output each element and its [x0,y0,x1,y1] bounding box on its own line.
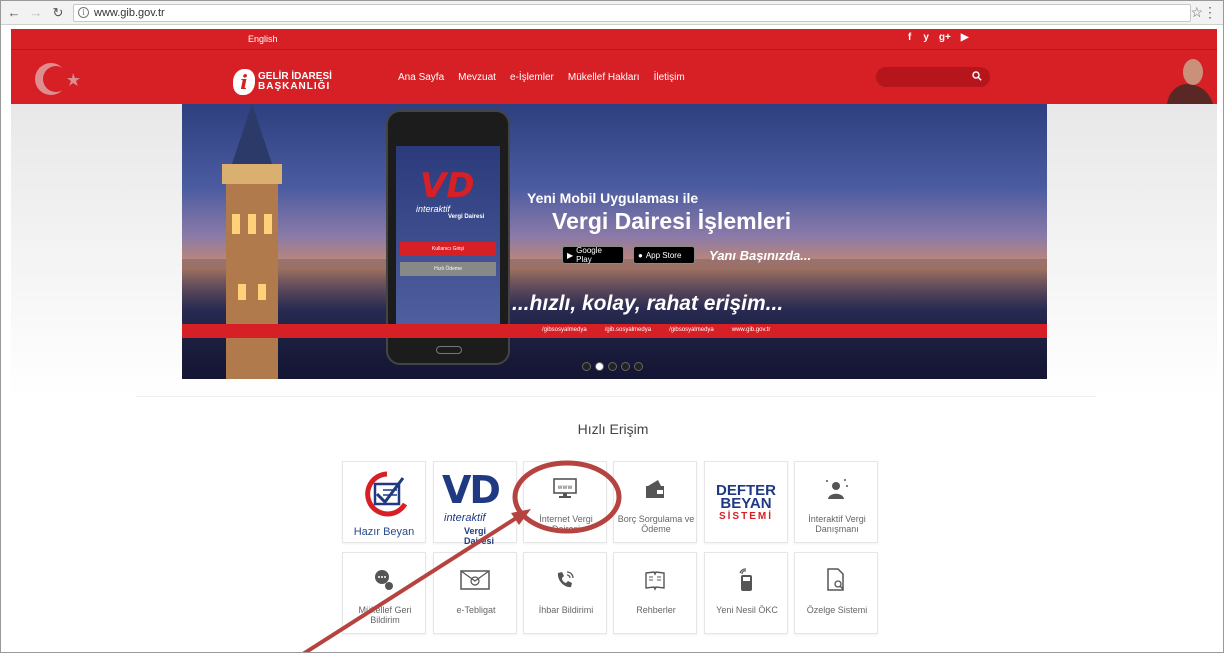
forward-arrow-icon[interactable]: → [27,4,45,22]
computer-www-icon: www [553,478,577,498]
english-link[interactable]: English [248,34,278,44]
tile-borc-sorgulama[interactable]: Borç Sorgulama ve Ödeme [613,461,697,543]
strip-youtube: /gibsosyalmedya [669,327,714,333]
phone-pay-button: Hızlı Ödeme [400,262,496,276]
ivd-sub1: interaktif [416,204,451,214]
document-search-icon [827,568,844,591]
twitter-icon[interactable]: y [921,32,929,43]
google-plus-icon[interactable]: g+ [939,32,951,43]
slider-dot[interactable] [608,362,617,371]
tile-ihbar-bildirimi[interactable]: İhbar Bildirimi [523,552,607,634]
app-store-button[interactable]: ● App Store [633,246,695,264]
phone-screen: VD interaktif Vergi Dairesi Kullanıcı Gi… [396,146,500,332]
nav-mevzuat[interactable]: Mevzuat [458,72,496,83]
tile-label: Yeni Nesil ÖKC [716,605,778,615]
defter-beyan-logo: DEFTER BEYAN SİSTEMİ [716,482,776,522]
tile-ozelge-sistemi[interactable]: Özelge Sistemi [794,552,878,634]
section-divider [136,396,1096,397]
slider-dot-active[interactable] [595,362,604,371]
main-nav: Ana Sayfa Mevzuat e-İşlemler Mükellef Ha… [398,72,685,83]
tile-label: İhbar Bildirimi [538,605,594,615]
address-bar[interactable]: i www.gib.gov.tr [73,3,1191,22]
youtube-icon[interactable]: ▶ [961,32,969,43]
tile-label: İnternet Vergi Dairesi [539,514,593,534]
info-icon[interactable]: i [78,7,89,18]
strip-twitter: /gibsosyalmedya [542,327,587,333]
tile-label: Hazır Beyan [353,526,415,538]
hero-line3: Yanı Başınızda... [709,248,812,263]
reload-icon[interactable]: ↻ [49,4,67,22]
hero-line1: Yeni Mobil Uygulaması ile [527,190,699,206]
advisor-icon [826,479,848,499]
phone-home-button [436,346,462,354]
slider-dots [582,362,643,371]
slider-dot[interactable] [582,362,591,371]
nav-ana-sayfa[interactable]: Ana Sayfa [398,72,444,83]
nav-iletisim[interactable]: İletişim [654,72,685,83]
tile-label: Özelge Sistemi [806,605,868,615]
slider-dot[interactable] [621,362,630,371]
ivd-sub2: Vergi Dairesi [464,526,495,546]
gib-logo[interactable]: i GELİR İDARESİ BAŞKANLIĞI [233,69,332,95]
quick-access-title: Hızlı Erişim [577,421,649,437]
site-header: English f y g+ ▶ i GELİR İDARESİ BAŞKANL… [11,29,1217,104]
tile-hazir-beyan[interactable]: Hazır Beyan [342,461,426,543]
tile-interaktif-vergi-dairesi[interactable]: VD interaktif Vergi Dairesi [433,461,517,546]
facebook-icon[interactable]: f [908,32,911,43]
tile-mukellef-geri-bildirim[interactable]: Mükellef Geri Bildirim [342,552,426,634]
social-strip-items: /gibsosyalmedya /gib.sosyalmedya /gibsos… [542,327,770,333]
play-icon: ▶ [567,250,574,260]
tile-internet-vergi-dairesi[interactable]: www İnternet Vergi Dairesi [523,461,607,543]
turkish-flag-icon [35,63,80,95]
google-play-button[interactable]: ▶ Google Play [562,246,624,264]
tile-interaktif-vergi-danismani[interactable]: İnteraktif Vergi Danışmanı [794,461,878,543]
tile-e-tebligat[interactable]: e-Tebligat [433,552,517,634]
search-input[interactable] [876,67,990,87]
strip-web: www.gib.gov.tr [731,327,771,333]
ivd-sub1: interaktif [444,512,486,524]
nav-e-islemler[interactable]: e-İşlemler [510,72,554,83]
tile-label: Mükellef Geri Bildirim [358,605,412,625]
strip-facebook: /gib.sosyalmedya [604,327,652,333]
search-icon[interactable] [972,71,982,81]
nav-mukellef-haklari[interactable]: Mükellef Hakları [568,72,640,83]
slider-dot[interactable] [634,362,643,371]
ivd-app-logo: VD [420,166,475,206]
ivd-logo: VD [442,468,501,512]
envelope-icon [460,570,490,590]
hero-slider[interactable]: VD interaktif Vergi Dairesi Kullanıcı Gi… [182,104,1047,379]
tile-rehberler[interactable]: Rehberler [613,552,697,634]
hazir-beyan-icon [365,471,408,517]
header-divider [11,49,1217,50]
browser-window: ← → ↻ i www.gib.gov.tr ☆ ⋮ English f y g… [0,0,1224,653]
tile-defter-beyan[interactable]: DEFTER BEYAN SİSTEMİ [704,461,788,543]
url-text: www.gib.gov.tr [94,6,165,19]
hero-line2: Vergi Dairesi İşlemleri [552,208,792,234]
pos-device-icon [739,568,752,591]
browser-toolbar: ← → ↻ i www.gib.gov.tr ☆ ⋮ [1,1,1223,25]
book-icon [645,571,665,591]
svg-text:www: www [558,484,573,491]
tile-label: İnteraktif Vergi Danışmanı [808,514,866,534]
logo-line2: BAŞKANLIĞI [258,81,331,92]
phone-login-button: Kullanıcı Girişi [400,242,496,256]
menu-dots-icon[interactable]: ⋮ [1203,4,1217,21]
tile-label: Borç Sorgulama ve Ödeme [617,514,695,534]
wallet-icon [646,480,664,498]
ivd-sub2: Vergi Dairesi [448,214,485,220]
tile-label: Rehberler [636,605,676,615]
apple-icon: ● [638,250,643,260]
bookmark-star-icon[interactable]: ☆ [1190,4,1203,21]
back-arrow-icon[interactable]: ← [5,4,23,22]
social-links: f y g+ ▶ [908,32,969,43]
phone-call-icon [557,571,574,588]
hero-line4: ...hızlı, kolay, rahat erişim... [512,292,784,315]
feedback-icon [375,570,393,590]
tile-label: e-Tebligat [456,605,496,615]
gib-logo-mark: i [233,69,255,95]
tile-yeni-nesil-okc[interactable]: Yeni Nesil ÖKC [704,552,788,634]
ataturk-portrait-image [1167,59,1213,104]
